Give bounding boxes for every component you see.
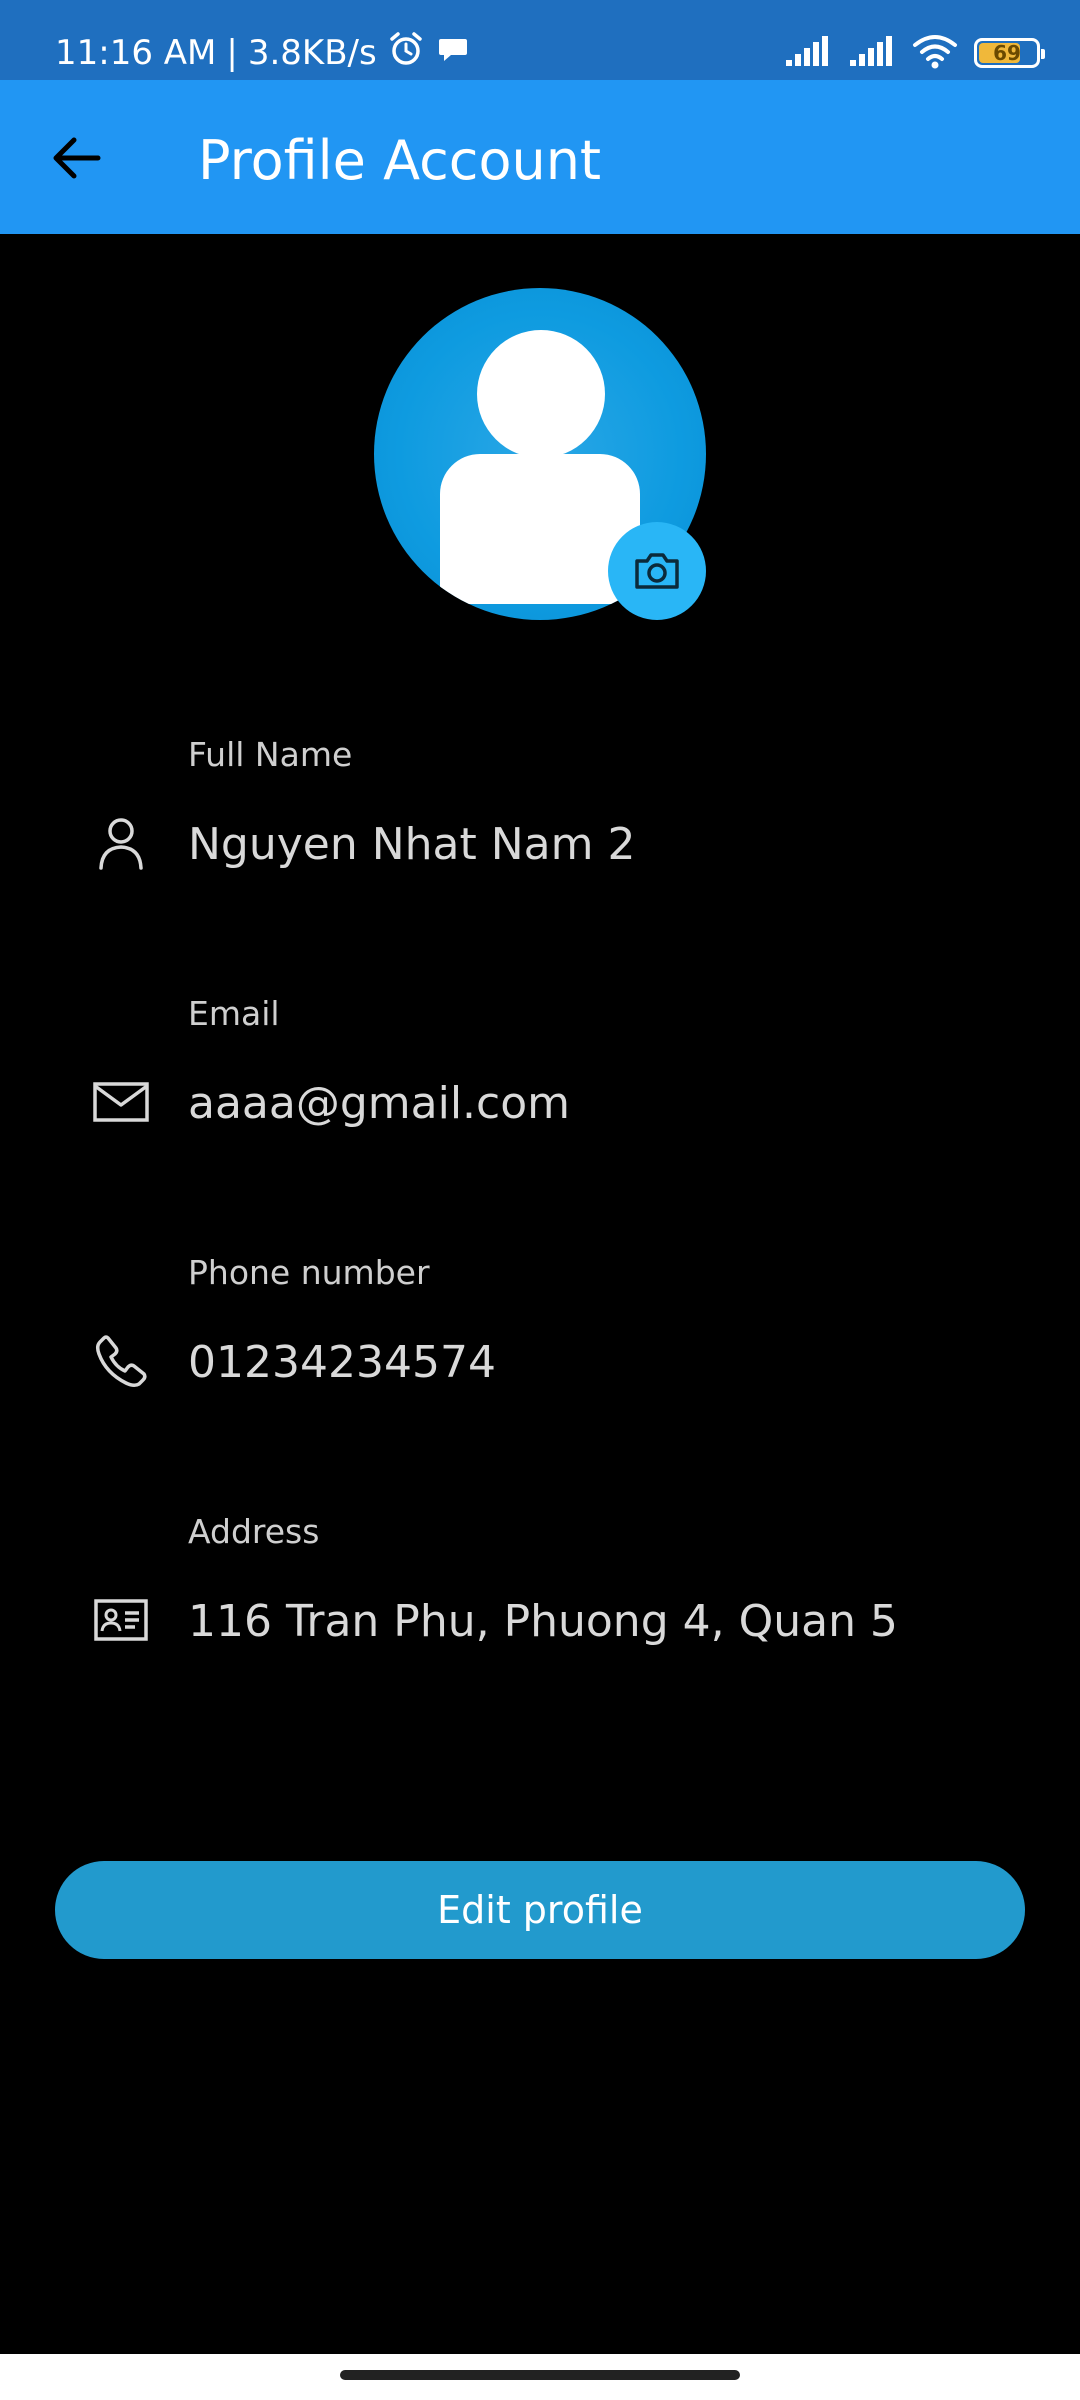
battery-level: 69: [993, 41, 1021, 65]
id-card-icon: [90, 1589, 152, 1651]
navigation-bar: [0, 2354, 1080, 2400]
status-bar: 11:16 AM | 3.8KB/s 69: [0, 0, 1080, 80]
person-icon: [90, 812, 152, 874]
arrow-left-icon: [53, 137, 101, 179]
app-bar: Profile Account: [0, 80, 1080, 234]
full-name-field: Full Name Nguyen Nhat Nam 2: [0, 730, 1080, 910]
change-photo-button[interactable]: [608, 522, 706, 620]
back-button[interactable]: [36, 123, 116, 193]
camera-icon: [635, 553, 679, 589]
signal-icon: [784, 34, 832, 73]
status-left: 11:16 AM | 3.8KB/s: [55, 30, 471, 76]
phone-number-field: Phone number 01234234574: [0, 1248, 1080, 1428]
edit-profile-button[interactable]: Edit profile: [55, 1861, 1025, 1959]
email-label: Email: [188, 994, 280, 1033]
status-separator: |: [226, 33, 238, 73]
phone-icon: [90, 1330, 152, 1392]
signal-icon: [848, 34, 896, 73]
phone-number-label: Phone number: [188, 1253, 430, 1292]
message-icon: [435, 31, 471, 76]
address-label: Address: [188, 1512, 320, 1551]
battery-tip: [1041, 49, 1045, 59]
edit-profile-label: Edit profile: [437, 1888, 643, 1932]
profile-account-screen: 11:16 AM | 3.8KB/s 69 Profile Account Fu…: [0, 0, 1080, 2400]
status-right: 69: [784, 30, 1045, 76]
home-indicator[interactable]: [340, 2370, 740, 2380]
address-field: Address 116 Tran Phu, Phuong 4, Quan 5: [0, 1507, 1080, 1687]
alarm-icon: [387, 30, 425, 77]
status-time: 11:16 AM: [55, 33, 217, 73]
full-name-label: Full Name: [188, 735, 353, 774]
full-name-value[interactable]: Nguyen Nhat Nam 2: [188, 810, 635, 880]
phone-number-value[interactable]: 01234234574: [188, 1328, 496, 1398]
wifi-icon: [912, 33, 958, 74]
email-field: Email aaaa@gmail.com: [0, 989, 1080, 1169]
page-title: Profile Account: [198, 129, 602, 192]
email-value[interactable]: aaaa@gmail.com: [188, 1069, 570, 1139]
battery-icon: 69: [974, 38, 1045, 68]
status-network-speed: 3.8KB/s: [247, 33, 377, 73]
avatar-head: [477, 330, 605, 458]
mail-icon: [90, 1071, 152, 1133]
address-value[interactable]: 116 Tran Phu, Phuong 4, Quan 5: [188, 1587, 898, 1657]
